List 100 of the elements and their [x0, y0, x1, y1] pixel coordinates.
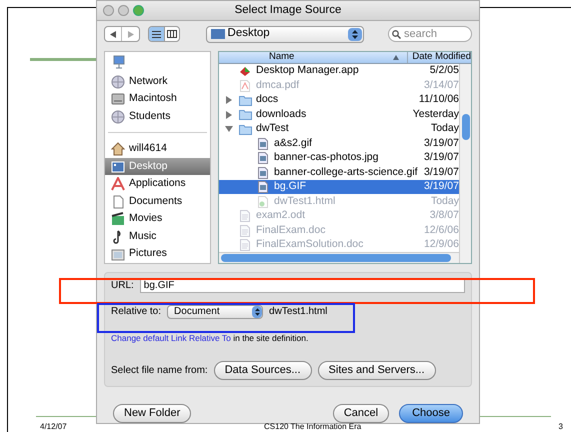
sidebar-item[interactable]: Pictures: [105, 245, 210, 263]
file-name: a&s2.gif: [274, 136, 312, 151]
location-popup[interactable]: Desktop: [206, 26, 364, 42]
relative-to-label: Relative to:: [111, 305, 162, 320]
file-row[interactable]: bg.GIF 3/19/07: [219, 180, 459, 194]
minimize-button[interactable]: [118, 5, 129, 16]
up-down-arrows-icon: [352, 30, 358, 38]
file-row[interactable]: banner-cas-photos.jpg 3/19/07: [219, 150, 459, 166]
choose-button[interactable]: Choose: [399, 404, 463, 423]
file-date: 3/14/07: [424, 78, 459, 93]
column-view-button[interactable]: [164, 27, 179, 41]
house-icon: [111, 142, 125, 156]
file-name: exam2.odt: [256, 208, 306, 224]
sort-arrow-icon: [393, 54, 400, 60]
file-name: banner-college-arts-science.gif: [274, 164, 418, 180]
globe-icon: [111, 74, 125, 89]
file-name: dwTest: [256, 121, 289, 136]
zoom-button[interactable]: [133, 5, 144, 16]
column-header[interactable]: Date Modified: [408, 52, 471, 64]
file-name: FinalExam.doc: [256, 222, 326, 238]
file-name: bg.GIF: [274, 179, 306, 194]
new-folder-button[interactable]: New Folder: [113, 404, 192, 423]
list-icon: [152, 30, 161, 38]
file-row[interactable]: docs 11/10/06: [219, 92, 459, 108]
sidebar-item[interactable]: Music: [105, 228, 210, 246]
file-date: 11/10/06: [418, 92, 459, 108]
list-view-button[interactable]: [149, 27, 164, 41]
image-file-icon: [258, 181, 268, 194]
file-date: 3/19/07: [424, 164, 459, 180]
desktop-icon: [210, 29, 225, 39]
relative-to-popup[interactable]: Document: [167, 304, 264, 319]
computer-icon: [113, 54, 125, 70]
file-name: FinalExamSolution.doc: [256, 237, 364, 252]
film-icon: [111, 212, 125, 226]
source-button[interactable]: Sites and Servers...: [318, 361, 436, 380]
horizontal-scrollbar[interactable]: [219, 252, 459, 263]
file-row[interactable]: banner-college-arts-science.gif 3/19/07: [219, 165, 459, 180]
columns-icon: [166, 30, 177, 38]
file-row[interactable]: a&s2.gif 3/19/07: [219, 136, 459, 151]
window-title: Select Image Source: [234, 2, 342, 18]
left-triangle-icon: [110, 30, 116, 38]
file-date: 3/8/07: [430, 208, 459, 224]
file-row[interactable]: dwTest Today: [219, 122, 459, 136]
collapse-triangle-icon[interactable]: [225, 125, 233, 134]
sidebar-item[interactable]: Network: [105, 72, 210, 90]
file-date: 3/19/07: [424, 150, 459, 166]
vertical-scrollbar[interactable]: [459, 64, 471, 263]
column-header[interactable]: Name: [219, 52, 408, 63]
footer-title: CS120 The Information Era: [263, 423, 362, 431]
sidebar-item[interactable]: Desktop: [105, 158, 210, 176]
file-name: downloads: [256, 106, 306, 122]
html-file-icon: [258, 196, 268, 208]
folder-icon: [238, 124, 252, 135]
file-row[interactable]: Desktop Manager.app 5/2/05: [219, 64, 459, 78]
right-triangle-icon: [128, 30, 134, 38]
pdf-file-icon: [240, 80, 250, 92]
sidebar-item[interactable]: Documents: [105, 192, 210, 210]
image-file-icon: [258, 138, 268, 150]
change-link[interactable]: Change default Link Relative To: [111, 332, 231, 343]
search-icon: [392, 30, 401, 38]
source-button[interactable]: Data Sources...: [214, 361, 312, 380]
file-name: dwTest1.html: [274, 194, 336, 209]
sidebar-item[interactable]: Applications: [105, 175, 210, 193]
url-label: URL:: [111, 279, 134, 294]
file-name: Desktop Manager.app: [256, 63, 359, 78]
file-date: Yesterday: [412, 106, 459, 122]
desktop-icon: [111, 160, 125, 174]
app-icon: [239, 66, 251, 77]
sidebar-item[interactable]: will4614: [105, 140, 210, 158]
picture-frame-icon: [111, 247, 125, 262]
folder-icon: [238, 94, 252, 106]
sidebar-item[interactable]: Students: [105, 108, 210, 126]
document-icon: [111, 194, 125, 209]
folder-icon: [238, 109, 252, 120]
globe-icon: [111, 110, 125, 124]
file-name: docs: [256, 92, 278, 108]
image-file-icon: [258, 152, 268, 164]
footer-date: 4/12/07: [40, 423, 67, 431]
document-icon: [240, 224, 250, 237]
expand-triangle-icon[interactable]: [225, 110, 233, 119]
file-name: banner-cas-photos.jpg: [274, 150, 378, 166]
applications-icon: [111, 177, 125, 192]
file-name: dmca.pdf: [256, 78, 300, 93]
cancel-button[interactable]: Cancel: [332, 404, 390, 423]
up-down-arrows-icon: [254, 308, 260, 316]
file-date: 12/9/06: [424, 237, 459, 252]
close-button[interactable]: [103, 5, 114, 16]
file-date: Today: [430, 194, 459, 209]
site-definition-note: Change default Link Relative To in the site definition.: [111, 332, 310, 345]
image-file-icon: [258, 166, 268, 179]
file-date: 3/19/07: [424, 179, 459, 194]
file-row[interactable]: downloads Yesterday: [219, 107, 459, 122]
search-field[interactable]: search: [388, 26, 472, 42]
sidebar-item[interactable]: Macintosh: [105, 90, 210, 108]
document-icon: [240, 239, 250, 252]
page-number: 3: [558, 423, 563, 431]
document-icon: [240, 210, 250, 222]
select-from-label: Select file name from:: [111, 364, 208, 378]
expand-triangle-icon[interactable]: [225, 96, 233, 104]
sidebar-item[interactable]: Movies: [105, 210, 210, 228]
